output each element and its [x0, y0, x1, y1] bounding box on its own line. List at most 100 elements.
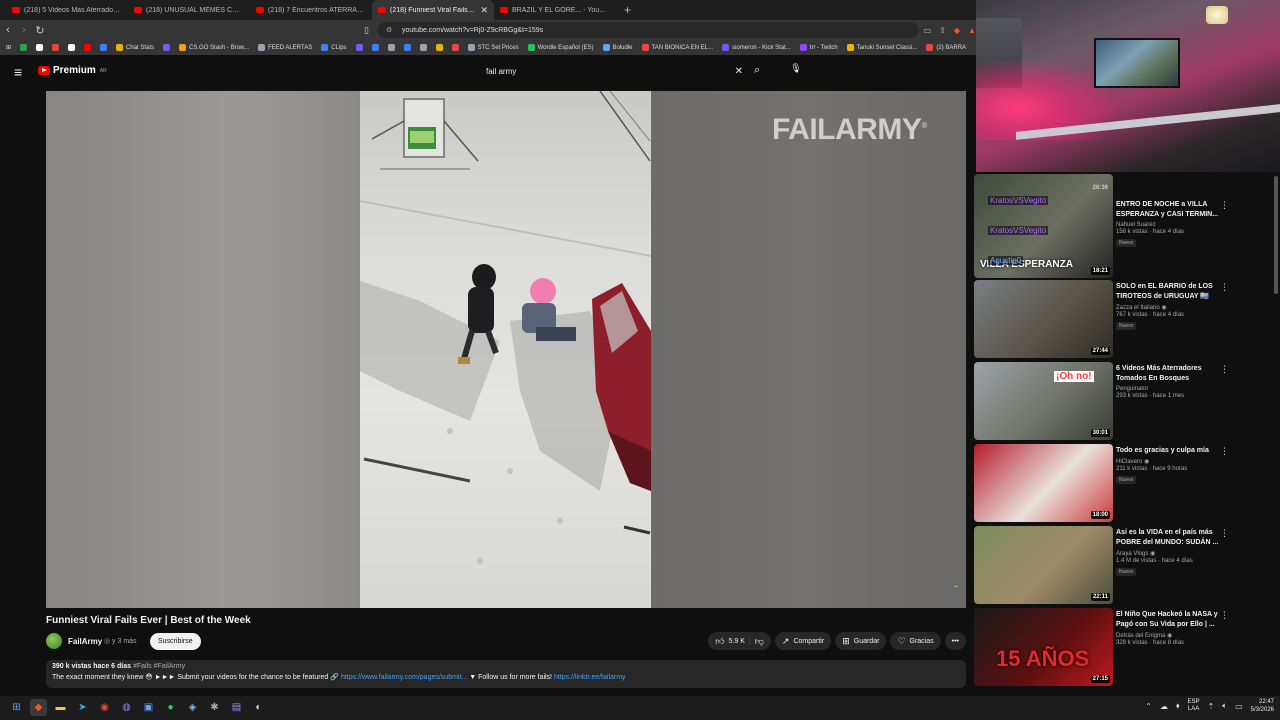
- recommended-title[interactable]: SOLO en EL BARRIO de LOS TIROTEOS de URU…: [1116, 282, 1228, 302]
- game-launcher-icon[interactable]: ◈: [184, 699, 201, 716]
- new-tab-button[interactable]: +: [616, 3, 639, 17]
- language-indicator[interactable]: ESP LAA: [1188, 699, 1200, 713]
- windows-start-icon[interactable]: ⊞: [8, 699, 25, 716]
- tray-upload-icon[interactable]: ⇡: [1208, 702, 1215, 711]
- browser-tab[interactable]: BRAZIL Y EL GORE... - YouTube: [494, 0, 616, 20]
- recommended-video[interactable]: 15 AÑOS 27:15 El Niño Que Hackeó la NASA y…: [974, 608, 1270, 688]
- recommended-channel[interactable]: Araya Vlogs ◉: [1116, 550, 1228, 557]
- bookmark-item[interactable]: siomeron - Kick Stat...: [722, 44, 791, 51]
- bookmark-icon[interactable]: ▯: [364, 25, 369, 36]
- more-options-icon[interactable]: ⋮: [1220, 446, 1229, 457]
- video-thumbnail[interactable]: 15 AÑOS 27:15: [974, 608, 1113, 686]
- obs-app-icon[interactable]: ▤: [228, 699, 245, 716]
- bookmark-item[interactable]: [20, 44, 28, 51]
- bookmark-item[interactable]: CLips: [321, 44, 347, 51]
- youtube-premium-logo[interactable]: Premium AR: [38, 65, 107, 76]
- channel-name[interactable]: FailArmy: [68, 637, 102, 646]
- bookmark-item[interactable]: Boludle: [602, 44, 633, 51]
- bookmark-item[interactable]: [435, 44, 443, 51]
- bookmark-item[interactable]: FEED ALERTAS: [258, 44, 312, 51]
- bookmark-item[interactable]: [84, 44, 92, 51]
- video-player[interactable]: FAILARMY® ▬: [46, 91, 966, 608]
- apps-icon[interactable]: ⊞: [6, 44, 11, 51]
- recommended-channel[interactable]: Nahuel Suarez: [1116, 222, 1228, 228]
- like-button[interactable]: 👍︎ 5.9 K | 👎︎: [708, 632, 771, 650]
- clear-search-icon[interactable]: ✕: [735, 66, 743, 77]
- brave-shields-icon[interactable]: ◆: [954, 26, 960, 35]
- recommended-channel[interactable]: HiClavero ◉: [1116, 458, 1228, 465]
- cast-icon[interactable]: ▭: [924, 26, 932, 35]
- bookmark-item[interactable]: TAN BIONICA EN EL...: [641, 44, 713, 51]
- url-field[interactable]: ▯ ⚙ youtube.com/watch?v=Rj0-Z9cRBGg&t=15…: [364, 22, 918, 38]
- browser-tab[interactable]: (218) 7 Encuentros ATERRADORES C: [250, 0, 372, 20]
- browser-tab[interactable]: (218) Funniest Viral Fails Ever | B ✕: [372, 0, 494, 20]
- network-icon[interactable]: ▭: [1235, 702, 1243, 711]
- more-options-icon[interactable]: ⋮: [1220, 610, 1229, 621]
- subscribe-button[interactable]: Suscribirse: [150, 633, 201, 650]
- linktree-link[interactable]: https://linktr.ee/failarmy: [554, 674, 626, 681]
- bookmark-item[interactable]: [451, 44, 459, 51]
- recommended-title[interactable]: Así es la VIDA en el país más POBRE del …: [1116, 528, 1228, 548]
- channel-collab-info[interactable]: ◎ y 3 más: [104, 637, 137, 645]
- bookmark-item[interactable]: [419, 44, 427, 51]
- share-icon[interactable]: ⇪: [939, 26, 946, 35]
- recommended-video[interactable]: ¡Oh no! 30:01 6 Videos Más Aterradores Tom…: [974, 362, 1270, 442]
- bookmark-item[interactable]: [355, 44, 363, 51]
- tray-shield-icon[interactable]: ⬧: [1176, 701, 1180, 711]
- recommended-channel[interactable]: Zazza el Italiano ◉: [1116, 304, 1228, 311]
- hashtags[interactable]: #Fails #FailArmy: [133, 663, 185, 670]
- more-options-icon[interactable]: ⋮: [1220, 200, 1229, 211]
- bookmark-item[interactable]: STC Set Prices: [467, 44, 519, 51]
- recommended-title[interactable]: Todo es gracias y culpa mía: [1116, 446, 1228, 456]
- spotify-icon[interactable]: ●: [162, 699, 179, 716]
- more-options-icon[interactable]: ⋮: [1220, 364, 1229, 375]
- bookmark-item[interactable]: [52, 44, 60, 51]
- share-button[interactable]: ↗ Compartir: [774, 632, 832, 650]
- recommended-video[interactable]: VILLA ESPERANZA 26:36 18:21 KratosVSVegito K…: [974, 174, 1270, 278]
- browser-tab[interactable]: (218) 5 Videos Más Aterradores Tom: [6, 0, 128, 20]
- search-input[interactable]: fail army ✕: [479, 63, 747, 80]
- channel-avatar[interactable]: [46, 633, 62, 649]
- thumbs-down-icon[interactable]: 👎︎: [755, 636, 764, 647]
- site-info-icon[interactable]: ⚙: [386, 26, 392, 34]
- tray-chevron-icon[interactable]: ⌃: [1145, 702, 1152, 711]
- video-description[interactable]: 390 k vistas hace 6 días #Fails #FailArm…: [46, 660, 966, 688]
- bookmark-item[interactable]: trr - Twitch: [799, 44, 838, 51]
- sidebar-scrollbar[interactable]: [1274, 176, 1278, 294]
- video-thumbnail[interactable]: 22:11: [974, 526, 1113, 604]
- forward-icon[interactable]: ›: [16, 24, 32, 36]
- recommended-title[interactable]: ENTRO DE NOCHE a VILLA ESPERANZA y CASI …: [1116, 200, 1228, 220]
- bookmark-item[interactable]: [387, 44, 395, 51]
- recommended-video[interactable]: 27:44 SOLO en EL BARRIO de LOS TIROTEOS d…: [974, 280, 1270, 360]
- recommended-title[interactable]: 6 Videos Más Aterradores Tomados En Bosq…: [1116, 364, 1228, 384]
- brave-rewards-icon[interactable]: ▲: [968, 26, 976, 35]
- bookmark-item[interactable]: [163, 44, 171, 51]
- more-options-icon[interactable]: ⋮: [1220, 282, 1229, 293]
- save-button[interactable]: ⊞ Guardar: [835, 632, 887, 650]
- thanks-button[interactable]: ♡ Gracias: [890, 632, 941, 650]
- telegram-icon[interactable]: ➤: [74, 699, 91, 716]
- monitor-app-icon[interactable]: ▣: [140, 699, 157, 716]
- search-icon[interactable]: ⌕: [754, 64, 760, 77]
- video-thumbnail[interactable]: ¡Oh no! 30:01: [974, 362, 1113, 440]
- loader-icon[interactable]: ◐: [250, 699, 267, 716]
- bookmark-item[interactable]: Wordle Español (ES): [527, 44, 594, 51]
- recommended-channel[interactable]: Penguinator: [1116, 386, 1228, 392]
- volume-icon[interactable]: 🔈︎: [1222, 701, 1227, 711]
- submit-link[interactable]: https://www.failarmy.com/pages/submit...: [341, 674, 467, 681]
- bookmark-item[interactable]: [371, 44, 379, 51]
- bookmark-item[interactable]: (2) BARRA: [926, 44, 966, 51]
- recommended-video[interactable]: 22:11 Así es la VIDA en el país más POBRE…: [974, 526, 1270, 606]
- clock[interactable]: 22:47 5/3/2026: [1251, 698, 1274, 714]
- bookmark-item[interactable]: [36, 44, 44, 51]
- browser-tab[interactable]: (218) UNUSUAL MEMES COMPILATI: [128, 0, 250, 20]
- back-icon[interactable]: ‹: [0, 24, 16, 36]
- brave-browser-icon[interactable]: ◆: [30, 699, 47, 716]
- settings-icon[interactable]: ✱: [206, 699, 223, 716]
- chrome-icon[interactable]: ◉: [96, 699, 113, 716]
- bookmark-item[interactable]: [100, 44, 108, 51]
- bookmark-item[interactable]: [403, 44, 411, 51]
- bookmark-item[interactable]: [68, 44, 76, 51]
- bookmark-item[interactable]: Chat Stats: [116, 44, 154, 51]
- close-tab-icon[interactable]: ✕: [480, 5, 488, 16]
